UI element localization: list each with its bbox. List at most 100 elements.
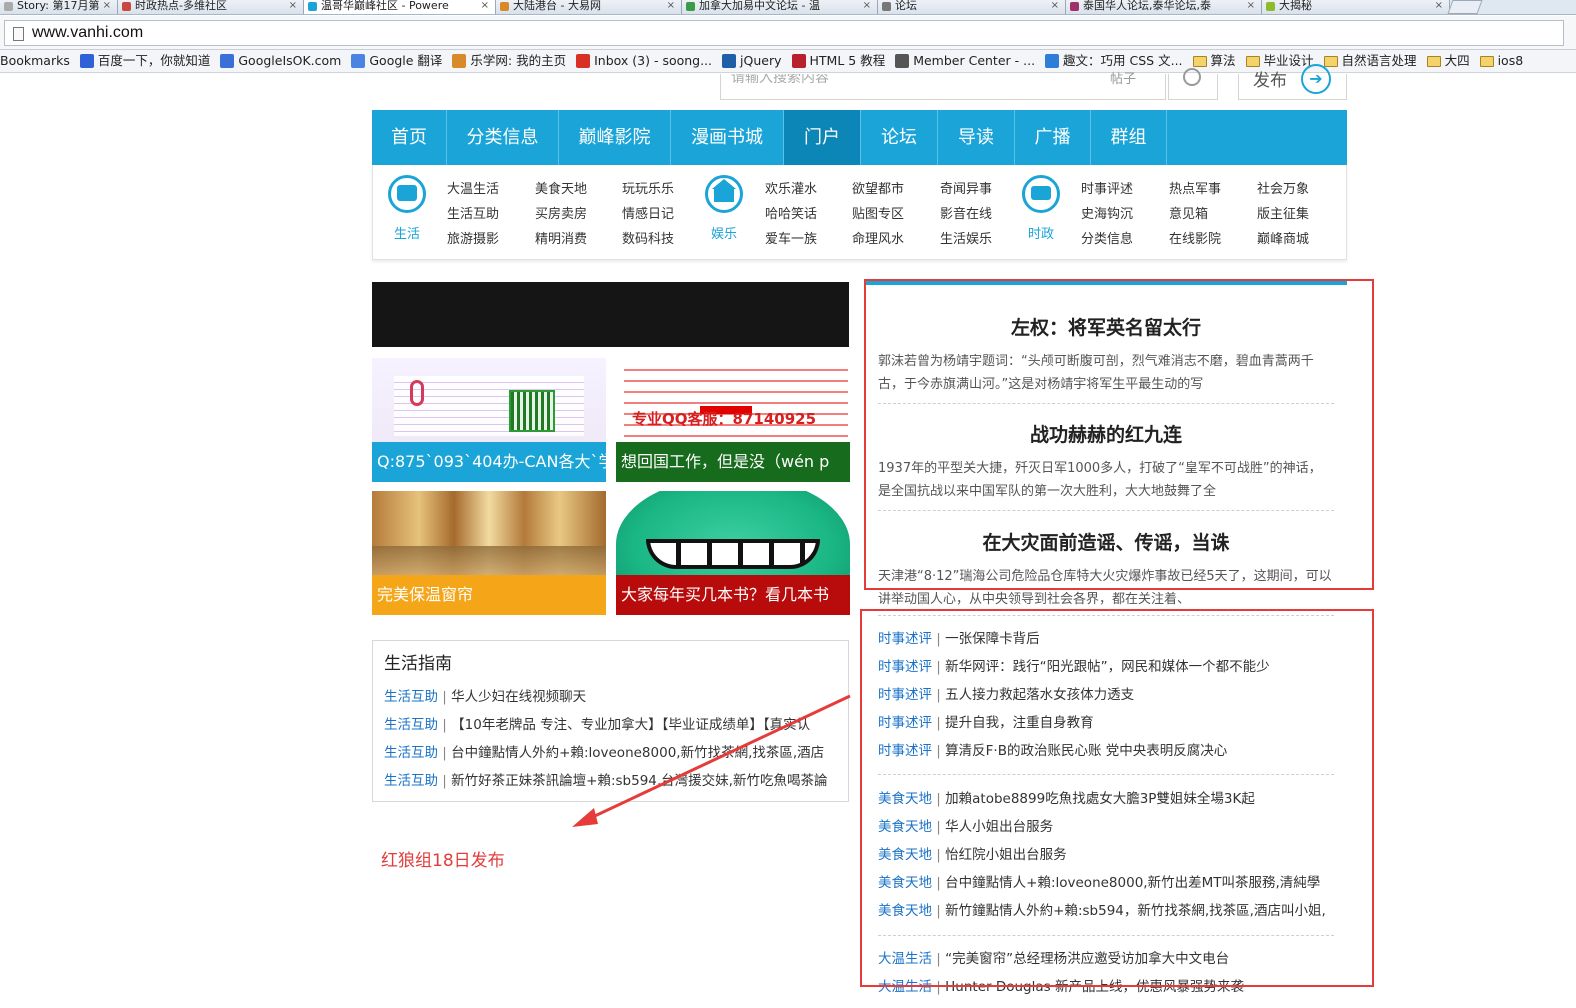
close-icon[interactable]: × [1435, 0, 1443, 12]
nav-item[interactable]: 广播 [1015, 110, 1091, 165]
main-nav: 首页 分类信息 巅峰影院 漫画书城 门户 论坛 导读 广播 群组 [372, 110, 1347, 165]
nav-item[interactable]: 群组 [1091, 110, 1167, 165]
browser-tab[interactable]: 温哥华巅峰社区 - Powere × [304, 0, 496, 14]
subnav-link[interactable]: 大温生活 [447, 177, 499, 202]
url-text[interactable]: www.vanhi.com [32, 24, 143, 42]
bookmark-label: Google 翻译 [369, 53, 443, 68]
bookmark-item[interactable]: 乐学网: 我的主页 [452, 50, 566, 72]
tab-title: 大揭秘 [1279, 0, 1312, 12]
subnav-column: 欲望都市 贴图专区 命理风水 [852, 177, 904, 252]
subnav-link[interactable]: 命理风水 [852, 227, 904, 252]
tab-title: 论坛 [895, 0, 917, 12]
subnav-link[interactable]: 情感日记 [622, 202, 674, 227]
search-scope[interactable]: 帖子 [1110, 68, 1136, 87]
post-button[interactable]: 发布 ➔ [1238, 64, 1347, 100]
subnav-link[interactable]: 在线影院 [1169, 227, 1221, 252]
subnav-link[interactable]: 精明消费 [535, 227, 587, 252]
browser-tab[interactable]: 时政热点-多维社区 × [118, 0, 304, 14]
thumb-curtain[interactable]: 完美保温窗帘 [372, 491, 606, 615]
bookmark-item[interactable]: 百度一下，你就知道 [79, 50, 210, 72]
subnav-link[interactable]: 旅游摄影 [447, 227, 499, 252]
close-icon[interactable]: × [1247, 0, 1255, 12]
category-tag[interactable]: 生活互助 [384, 717, 438, 733]
subnav-link[interactable]: 爱车一族 [765, 227, 817, 252]
subnav-link[interactable]: 数码科技 [622, 227, 674, 252]
category-tag[interactable]: 生活互助 [384, 689, 438, 705]
subnav-link[interactable]: 时事评述 [1081, 177, 1133, 202]
subnav-link[interactable]: 哈哈笑话 [765, 202, 817, 227]
close-icon[interactable]: × [1051, 0, 1059, 12]
subnav-column: 玩玩乐乐 情感日记 数码科技 [622, 177, 674, 252]
bookmark-item[interactable]: Bookmarks [0, 50, 70, 72]
nav-item[interactable]: 论坛 [861, 110, 938, 165]
bookmark-item[interactable]: 算法 [1192, 50, 1236, 72]
bookmark-item[interactable]: 自然语言处理 [1323, 50, 1417, 72]
browser-tab[interactable]: 大揭秘 × [1262, 0, 1450, 14]
folder-icon [1323, 56, 1338, 67]
nav-item[interactable]: 导读 [938, 110, 1015, 165]
bookmark-label: 算法 [1210, 53, 1236, 68]
close-icon[interactable]: × [667, 0, 675, 12]
image-slider[interactable] [372, 282, 849, 347]
subnav-link[interactable]: 社会万象 [1257, 177, 1309, 202]
thumb-caption[interactable]: 完美保温窗帘 [372, 575, 606, 615]
post-button-label: 发布 [1253, 71, 1287, 91]
search-input[interactable]: 请输入搜索内容 [720, 74, 1166, 100]
bookmark-item[interactable]: ios8 [1479, 50, 1523, 72]
category-tag[interactable]: 生活互助 [384, 745, 438, 761]
subnav-link[interactable]: 奇闻异事 [940, 177, 992, 202]
bookmark-label: Inbox (3) - soong... [594, 53, 713, 68]
nav-item[interactable]: 漫画书城 [671, 110, 784, 165]
home-icon [705, 175, 743, 213]
bookmark-item[interactable]: Member Center - ... [895, 50, 1035, 72]
browser-tab[interactable]: 加拿大加易中文论坛 - 温 × [682, 0, 878, 14]
subnav-link[interactable]: 影音在线 [940, 202, 992, 227]
browser-tab[interactable]: Story: 第17月第 × [0, 0, 118, 14]
nav-item[interactable]: 分类信息 [447, 110, 559, 165]
close-icon[interactable]: × [289, 0, 297, 12]
subnav-link[interactable]: 版主征集 [1257, 202, 1309, 227]
thumb-ad-2[interactable]: 专业QQ客服：87140925 想回国工作，但是没（wén p [616, 358, 850, 482]
bookmark-item[interactable]: Google 翻译 [351, 50, 443, 72]
thumb-caption[interactable]: Q:875`093`404办-CAN各大`学 [372, 442, 606, 482]
subnav-link[interactable]: 贴图专区 [852, 202, 904, 227]
close-icon[interactable]: × [103, 0, 111, 12]
address-bar[interactable]: www.vanhi.com [4, 20, 1564, 46]
subnav-link[interactable]: 巅峰商城 [1257, 227, 1309, 252]
bookmark-item[interactable]: HTML 5 教程 [791, 50, 885, 72]
subnav-link[interactable]: 欢乐灌水 [765, 177, 817, 202]
nav-item[interactable]: 门户 [784, 110, 861, 165]
search-button[interactable] [1168, 68, 1218, 100]
browser-tab[interactable]: 泰国华人论坛,泰华论坛,泰 × [1066, 0, 1262, 14]
bookmark-item[interactable]: 大四 [1426, 50, 1470, 72]
subnav-group-life[interactable]: 生活 [379, 175, 435, 242]
subnav-link[interactable]: 买房卖房 [535, 202, 587, 227]
thumb-books[interactable]: 大家每年买几本书？看几本书 [616, 491, 850, 615]
subnav-link[interactable]: 玩玩乐乐 [622, 177, 674, 202]
bookmark-item[interactable]: GoogleIsOK.com [220, 50, 341, 72]
subnav-link[interactable]: 热点军事 [1169, 177, 1221, 202]
bookmark-item[interactable]: jQuery [722, 50, 782, 72]
subnav-link[interactable]: 美食天地 [535, 177, 587, 202]
subnav-link[interactable]: 史海钩沉 [1081, 202, 1133, 227]
thumb-ad-1[interactable]: Q:875`093`404办-CAN各大`学 [372, 358, 606, 482]
close-icon[interactable]: × [863, 0, 871, 12]
new-tab-button[interactable] [1447, 0, 1483, 14]
subnav-link[interactable]: 生活娱乐 [940, 227, 992, 252]
thumb-caption[interactable]: 大家每年买几本书？看几本书 [616, 575, 850, 615]
subnav-link[interactable]: 分类信息 [1081, 227, 1133, 252]
nav-item[interactable]: 巅峰影院 [559, 110, 671, 165]
close-icon[interactable]: × [481, 0, 489, 12]
subnav-link[interactable]: 欲望都市 [852, 177, 904, 202]
category-tag[interactable]: 生活互助 [384, 773, 438, 789]
w3school-icon [791, 54, 806, 68]
subnav-group-entertainment[interactable]: 娱乐 [696, 175, 752, 242]
browser-tab[interactable]: 论坛 × [878, 0, 1066, 14]
subnav-group-politics[interactable]: 时政 [1013, 175, 1069, 242]
thumb-caption[interactable]: 想回国工作，但是没（wén p [616, 442, 850, 482]
browser-tab[interactable]: 大陆港台 - 大易网 × [496, 0, 682, 14]
bookmark-item[interactable]: Inbox (3) - soong... [576, 50, 713, 72]
subnav-link[interactable]: 生活互助 [447, 202, 499, 227]
nav-item[interactable]: 首页 [372, 110, 447, 165]
subnav-link[interactable]: 意见箱 [1169, 202, 1221, 227]
